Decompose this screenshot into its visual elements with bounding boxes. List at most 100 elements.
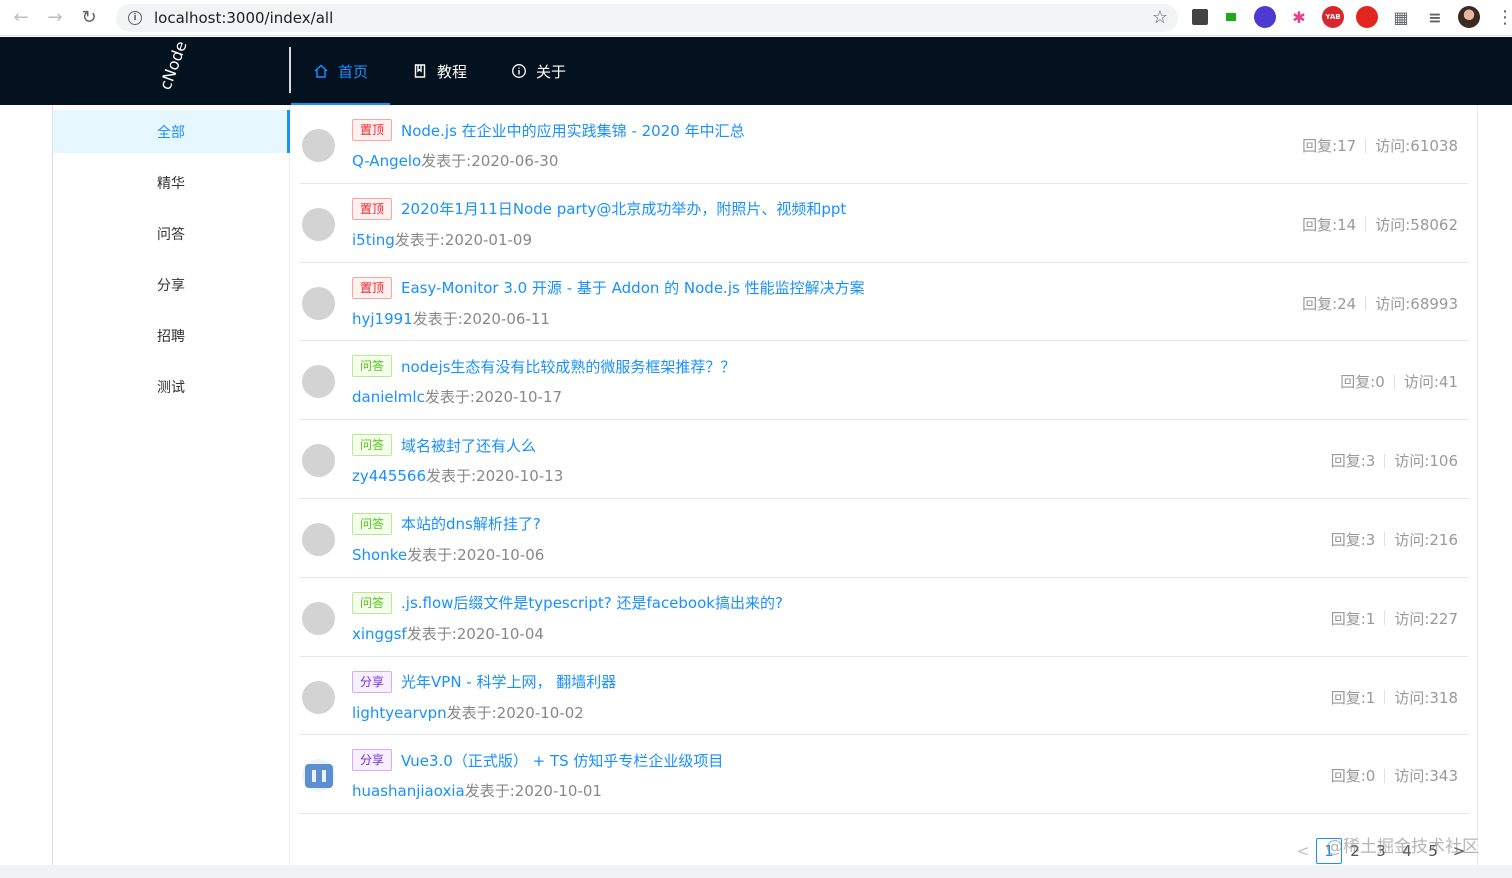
prev-page-button[interactable]: < <box>1290 838 1316 864</box>
topic-title-link[interactable]: Easy-Monitor 3.0 开源 - 基于 Addon 的 Node.js… <box>401 277 865 298</box>
stats-divider <box>1365 296 1367 311</box>
sidebar-item-label: 招聘 <box>157 328 185 345</box>
stats-divider <box>1393 374 1395 389</box>
topic-title-link[interactable]: Vue3.0（正式版） + TS 仿知乎专栏企业级项目 <box>401 750 723 771</box>
green-flag-extension-icon[interactable] <box>1220 6 1242 28</box>
author-avatar[interactable] <box>302 522 335 556</box>
address-bar[interactable]: i localhost:3000/index/all ☆ <box>116 4 1178 32</box>
profile-avatar[interactable] <box>1458 6 1480 28</box>
sidebar-item-good[interactable]: 精华 <box>53 161 289 204</box>
topic-title-link[interactable]: .js.flow后缀文件是typescript? 还是facebook搞出来的? <box>401 592 783 613</box>
visit-count: 访问:318 <box>1394 688 1458 707</box>
post-date: 发表于:2020-10-13 <box>426 467 564 486</box>
author-avatar[interactable] <box>302 365 335 399</box>
info-icon <box>511 63 527 79</box>
sidebar-item-dev[interactable]: 测试 <box>53 365 289 408</box>
bookmark-star-icon[interactable]: ☆ <box>1152 7 1168 28</box>
qr-code-extension-icon[interactable] <box>1192 9 1208 25</box>
visit-count: 访问:227 <box>1394 609 1458 628</box>
topic-row: 置顶 2020年1月11日Node party@北京成功举办，附照片、视频和pp… <box>300 184 1468 263</box>
reply-count: 回复:1 <box>1330 609 1376 628</box>
reply-count: 回复:17 <box>1302 137 1357 155</box>
topic-tag: 置顶 <box>352 276 393 299</box>
purple-s-extension-icon[interactable] <box>1254 6 1276 28</box>
author-link[interactable]: lightyearvpn <box>352 704 447 722</box>
post-date: 发表于:2020-10-04 <box>406 624 544 643</box>
sidebar-item-label: 分享 <box>157 277 185 294</box>
puzzle-extensions-icon[interactable]: ▦ <box>1390 6 1412 28</box>
sidebar-item-ask[interactable]: 问答 <box>53 212 289 255</box>
stats-divider <box>1384 453 1386 468</box>
sidebar-item-label: 精华 <box>157 175 185 192</box>
red-circle-extension-icon[interactable] <box>1356 6 1378 28</box>
browser-toolbar: ← → ↻ i localhost:3000/index/all ☆ ✱ YAB… <box>0 0 1512 36</box>
topic-tag: 分享 <box>352 670 393 693</box>
url-text[interactable]: localhost:3000/index/all <box>154 9 333 27</box>
author-avatar[interactable] <box>302 207 335 241</box>
watermark: @稀土掘金技术社区 <box>1326 837 1479 857</box>
author-avatar[interactable] <box>302 444 335 478</box>
page-bottom-strip <box>0 865 1512 878</box>
category-sidebar: 全部 精华 问答 分享 招聘 测试 <box>52 105 290 865</box>
nav-about[interactable]: 关于 <box>489 37 588 105</box>
topic-tag: 问答 <box>352 591 393 614</box>
reply-count: 回复:3 <box>1330 530 1376 549</box>
author-link[interactable]: huashanjiaoxia <box>352 782 465 800</box>
sidebar-item-share[interactable]: 分享 <box>53 263 289 306</box>
reply-count: 回复:0 <box>1330 767 1376 786</box>
visit-count: 访问:216 <box>1394 530 1458 549</box>
sidebar-item-job[interactable]: 招聘 <box>53 314 289 357</box>
topic-row: 问答 .js.flow后缀文件是typescript? 还是facebook搞出… <box>300 578 1468 657</box>
yab-extension-icon[interactable]: YAB <box>1322 6 1344 28</box>
post-date: 发表于:2020-01-09 <box>394 230 533 249</box>
author-avatar[interactable] <box>302 759 335 793</box>
author-avatar[interactable] <box>302 680 335 714</box>
post-date: 发表于:2020-10-02 <box>446 703 584 722</box>
extensions-area: ✱ YAB ▦ ≡ ⋮ <box>1192 6 1512 28</box>
app-header: cNode 首页 教程 关于 <box>0 37 1512 105</box>
author-link[interactable]: i5ting <box>352 231 395 249</box>
reply-count: 回复:1 <box>1330 688 1376 707</box>
nav-tutorial[interactable]: 教程 <box>390 37 489 105</box>
site-logo[interactable]: cNode <box>156 38 191 92</box>
author-avatar[interactable] <box>302 286 335 320</box>
author-link[interactable]: hyj1991 <box>352 310 413 328</box>
topic-title-link[interactable]: 2020年1月11日Node party@北京成功举办，附照片、视频和ppt <box>401 198 846 219</box>
author-link[interactable]: xinggsf <box>352 625 407 643</box>
author-avatar[interactable] <box>302 129 335 162</box>
stats-divider <box>1384 690 1386 705</box>
author-link[interactable]: Shonke <box>352 546 407 564</box>
back-arrow-icon[interactable]: ← <box>4 0 38 36</box>
post-date: 发表于:2020-06-30 <box>421 152 559 170</box>
reload-icon[interactable]: ↻ <box>72 0 106 36</box>
sidebar-item-all[interactable]: 全部 <box>53 110 290 153</box>
site-info-icon[interactable]: i <box>128 11 142 25</box>
nav-tutorial-label: 教程 <box>437 62 468 81</box>
forward-arrow-icon[interactable]: → <box>38 0 72 36</box>
post-date: 发表于:2020-10-06 <box>407 545 545 564</box>
topic-title-link[interactable]: nodejs生态有没有比较成熟的微服务框架推荐？？ <box>401 356 735 377</box>
stats-divider <box>1384 532 1386 547</box>
stats-divider <box>1384 611 1386 626</box>
stats-divider <box>1365 138 1367 153</box>
reply-count: 回复:0 <box>1340 373 1385 392</box>
author-avatar[interactable] <box>302 601 335 635</box>
nav-home-label: 首页 <box>338 62 369 81</box>
topic-title-link[interactable]: 本站的dns解析挂了? <box>401 513 541 534</box>
author-link[interactable]: zy445566 <box>352 467 426 485</box>
reply-count: 回复:14 <box>1302 215 1357 234</box>
topic-title-link[interactable]: 域名被封了还有人么 <box>401 435 536 456</box>
reading-list-icon[interactable]: ≡ <box>1424 6 1446 28</box>
author-link[interactable]: Q-Angelo <box>352 152 421 170</box>
pinwheel-extension-icon[interactable]: ✱ <box>1288 6 1310 28</box>
author-link[interactable]: danielmlc <box>352 388 425 406</box>
post-date: 发表于:2020-10-17 <box>424 388 563 407</box>
topic-title-link[interactable]: Node.js 在企业中的应用实践集锦 - 2020 年中汇总 <box>401 120 745 141</box>
visit-count: 访问:41 <box>1403 373 1458 392</box>
topic-row: 置顶 Node.js 在企业中的应用实践集锦 - 2020 年中汇总 Q-Ang… <box>300 105 1468 184</box>
nav-about-label: 关于 <box>536 62 567 81</box>
browser-menu-icon[interactable]: ⋮ <box>1496 7 1512 28</box>
nav-home[interactable]: 首页 <box>291 37 391 105</box>
topic-row: 问答 域名被封了还有人么 zy445566发表于:2020-10-13 回复:3… <box>300 420 1468 499</box>
topic-title-link[interactable]: 光年VPN - 科学上网， 翻墙利器 <box>401 671 616 692</box>
